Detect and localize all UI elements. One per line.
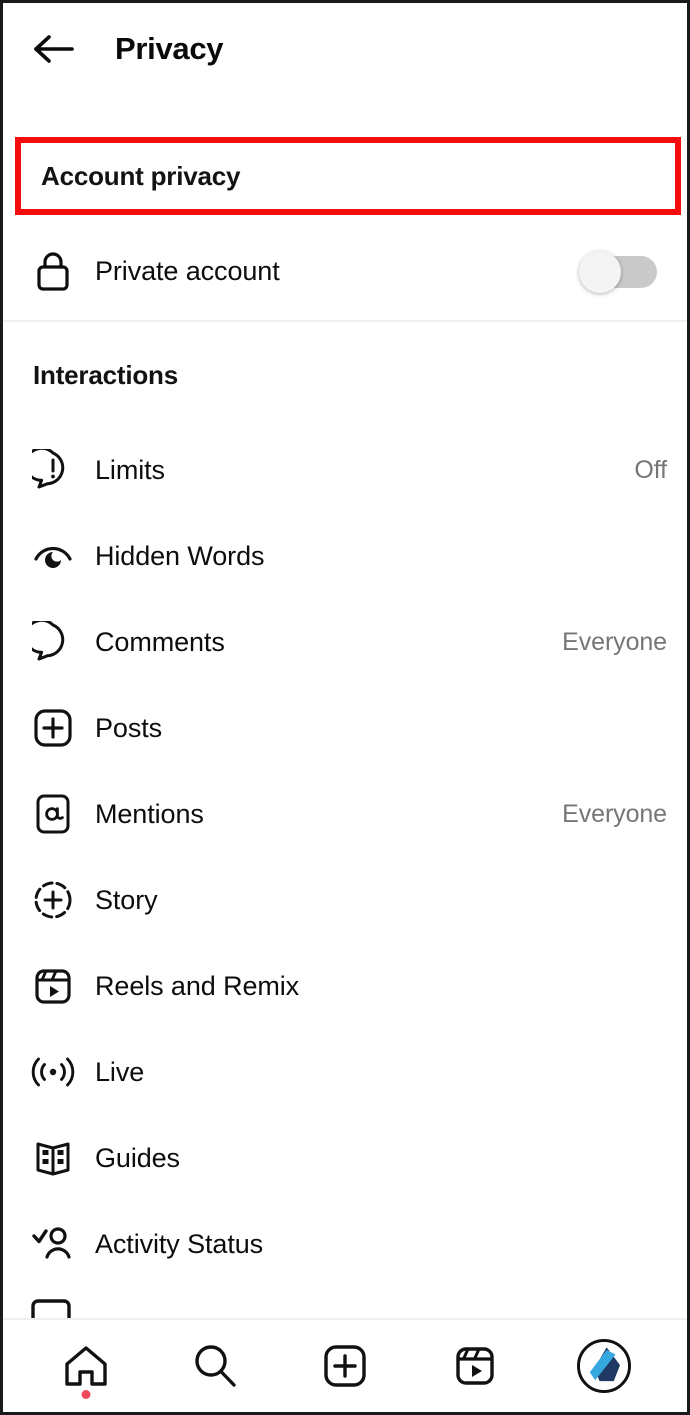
interactions-section: Interactions Limits Off Hidden Words Com… [3,323,687,1287]
toggle-knob [579,251,621,293]
list-item-label: Mentions [95,798,204,829]
private-account-row[interactable]: Private account [3,223,687,319]
list-item-story[interactable]: Story [3,857,687,943]
list-item-label: Story [95,884,158,915]
section-divider [3,320,687,322]
list-item-label: Comments [95,626,225,657]
privacy-settings-screen: Privacy Account privacy Private account … [0,0,690,1415]
nav-create[interactable] [311,1332,379,1400]
list-item-reels-and-remix[interactable]: Reels and Remix [3,943,687,1029]
list-item-comments[interactable]: Comments Everyone [3,599,687,685]
story-plus-icon [31,878,75,922]
profile-avatar-icon [577,1339,632,1393]
arrow-left-icon [34,35,74,63]
search-icon [195,1345,237,1387]
list-item-label: Hidden Words [95,540,265,571]
nav-profile[interactable] [570,1332,638,1400]
list-item-value: Everyone [562,627,667,656]
hidden-words-icon [31,534,75,578]
list-item-label: Guides [95,1142,180,1173]
posts-plus-icon [31,706,75,750]
app-header: Privacy [3,3,687,95]
list-item-hidden-words[interactable]: Hidden Words [3,513,687,599]
nav-search[interactable] [181,1332,249,1400]
limits-icon [31,448,75,492]
reels-icon [31,964,75,1008]
guides-book-icon [31,1136,75,1180]
list-item-posts[interactable]: Posts [3,685,687,771]
create-icon [324,1345,366,1387]
list-item-value: Everyone [562,799,667,828]
list-item-label: Activity Status [95,1228,264,1259]
bottom-navigation-bar [3,1318,687,1412]
list-item-limits[interactable]: Limits Off [3,427,687,513]
account-privacy-section-highlight: Account privacy [15,137,681,215]
nav-reels[interactable] [441,1332,509,1400]
private-account-toggle[interactable] [579,251,657,293]
page-title: Privacy [115,31,224,66]
list-item-mentions[interactable]: Mentions Everyone [3,771,687,857]
account-privacy-title: Account privacy [41,160,241,191]
private-account-label: Private account [95,255,280,286]
lock-icon [31,249,75,293]
activity-status-icon [31,1222,75,1266]
back-button[interactable] [31,26,77,72]
mention-at-icon [31,792,75,836]
reels-nav-icon [455,1347,494,1385]
list-item-label: Limits [95,454,165,485]
list-item-guides[interactable]: Guides [3,1115,687,1201]
live-broadcast-icon [31,1050,75,1094]
list-item-activity-status[interactable]: Activity Status [3,1201,687,1287]
list-item-label: Live [95,1056,145,1087]
home-icon [65,1346,107,1386]
list-item-label: Reels and Remix [95,970,300,1001]
list-item-value: Off [634,455,667,484]
list-item-live[interactable]: Live [3,1029,687,1115]
list-item-label: Posts [95,712,163,743]
home-notification-dot [81,1390,91,1399]
nav-home[interactable] [52,1332,120,1400]
comment-bubble-icon [31,620,75,664]
interactions-title: Interactions [33,359,178,390]
